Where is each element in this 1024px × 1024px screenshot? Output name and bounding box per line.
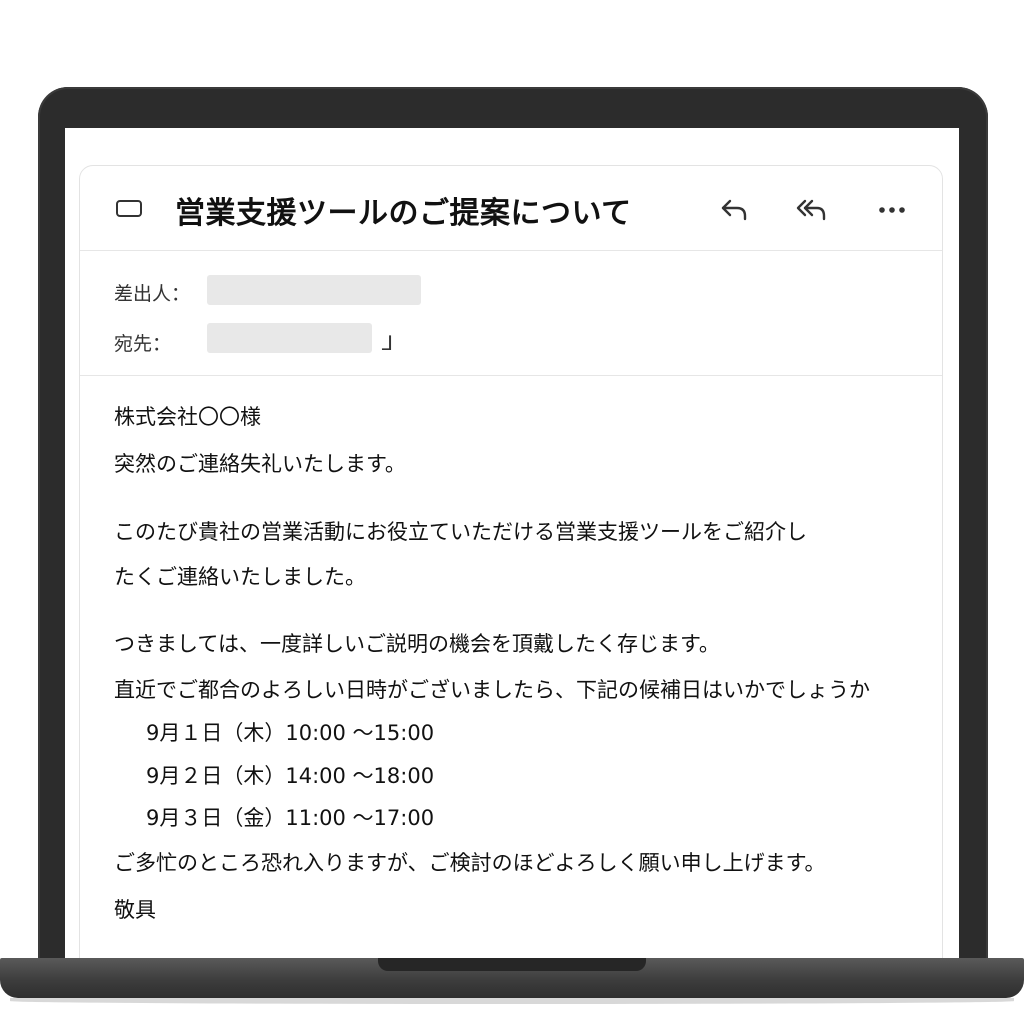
email-meta: 差出人： 宛先： ⅃: [80, 251, 942, 376]
schedule-option-2: 9月２日（木）14:00 ～18:00: [146, 764, 435, 788]
paragraph-2-line-1: つきましては、一度詳しいご説明の機会を頂戴したく存じます。: [114, 632, 720, 656]
reply-all-button[interactable]: [794, 192, 830, 228]
paragraph-1-line-2: たくご連絡いたしました。: [114, 565, 366, 589]
reply-button[interactable]: [716, 192, 752, 228]
to-field-redacted: [207, 323, 372, 353]
schedule-option-3: 9月３日（金）11:00 ～17:00: [146, 806, 435, 830]
reply-all-icon: [796, 199, 826, 221]
greeting: 突然のご連絡失礼いたします。: [114, 452, 406, 476]
from-field-redacted: [207, 275, 421, 305]
paragraph-2-line-2: 直近でご都合のよろしい日時がございましたら、下記の候補日はいかでしょうか: [114, 678, 870, 702]
paragraph-1-line-1: このたび貴社の営業活動にお役立ていただける営業支援ツールをご紹介し: [114, 520, 807, 544]
signoff: 敬具: [114, 898, 156, 922]
laptop-scene: 営業支援ツールのご提案について 差出人： 宛先： ⅃ 株式会社〇〇様 突然のご連…: [0, 0, 1024, 1024]
salutation: 株式会社〇〇様: [114, 405, 261, 429]
closing-line: ご多忙のところ恐れ入りますが、ご検討のほどよろしく願い申し上げます。: [114, 851, 826, 875]
email-card: 営業支援ツールのご提案について 差出人： 宛先： ⅃ 株式会社〇〇様 突然のご連…: [79, 165, 943, 963]
laptop-opening-notch: [378, 958, 646, 971]
from-label: 差出人：: [114, 283, 191, 305]
laptop-screen: 営業支援ツールのご提案について 差出人： 宛先： ⅃ 株式会社〇〇様 突然のご連…: [65, 128, 959, 963]
email-subject: 営業支援ツールのご提案について: [175, 196, 632, 231]
schedule-option-1: 9月１日（木）10:00 ～15:00: [146, 721, 435, 745]
more-horizontal-icon: [879, 207, 905, 213]
laptop-shadow: [10, 998, 1014, 1004]
mail-icon: [116, 200, 142, 217]
to-label: 宛先：: [114, 333, 172, 355]
email-header: 営業支援ツールのご提案について: [80, 166, 942, 251]
reply-icon: [721, 199, 747, 221]
more-options-button[interactable]: [874, 192, 910, 228]
expand-recipients-icon[interactable]: ⅃: [382, 331, 393, 355]
